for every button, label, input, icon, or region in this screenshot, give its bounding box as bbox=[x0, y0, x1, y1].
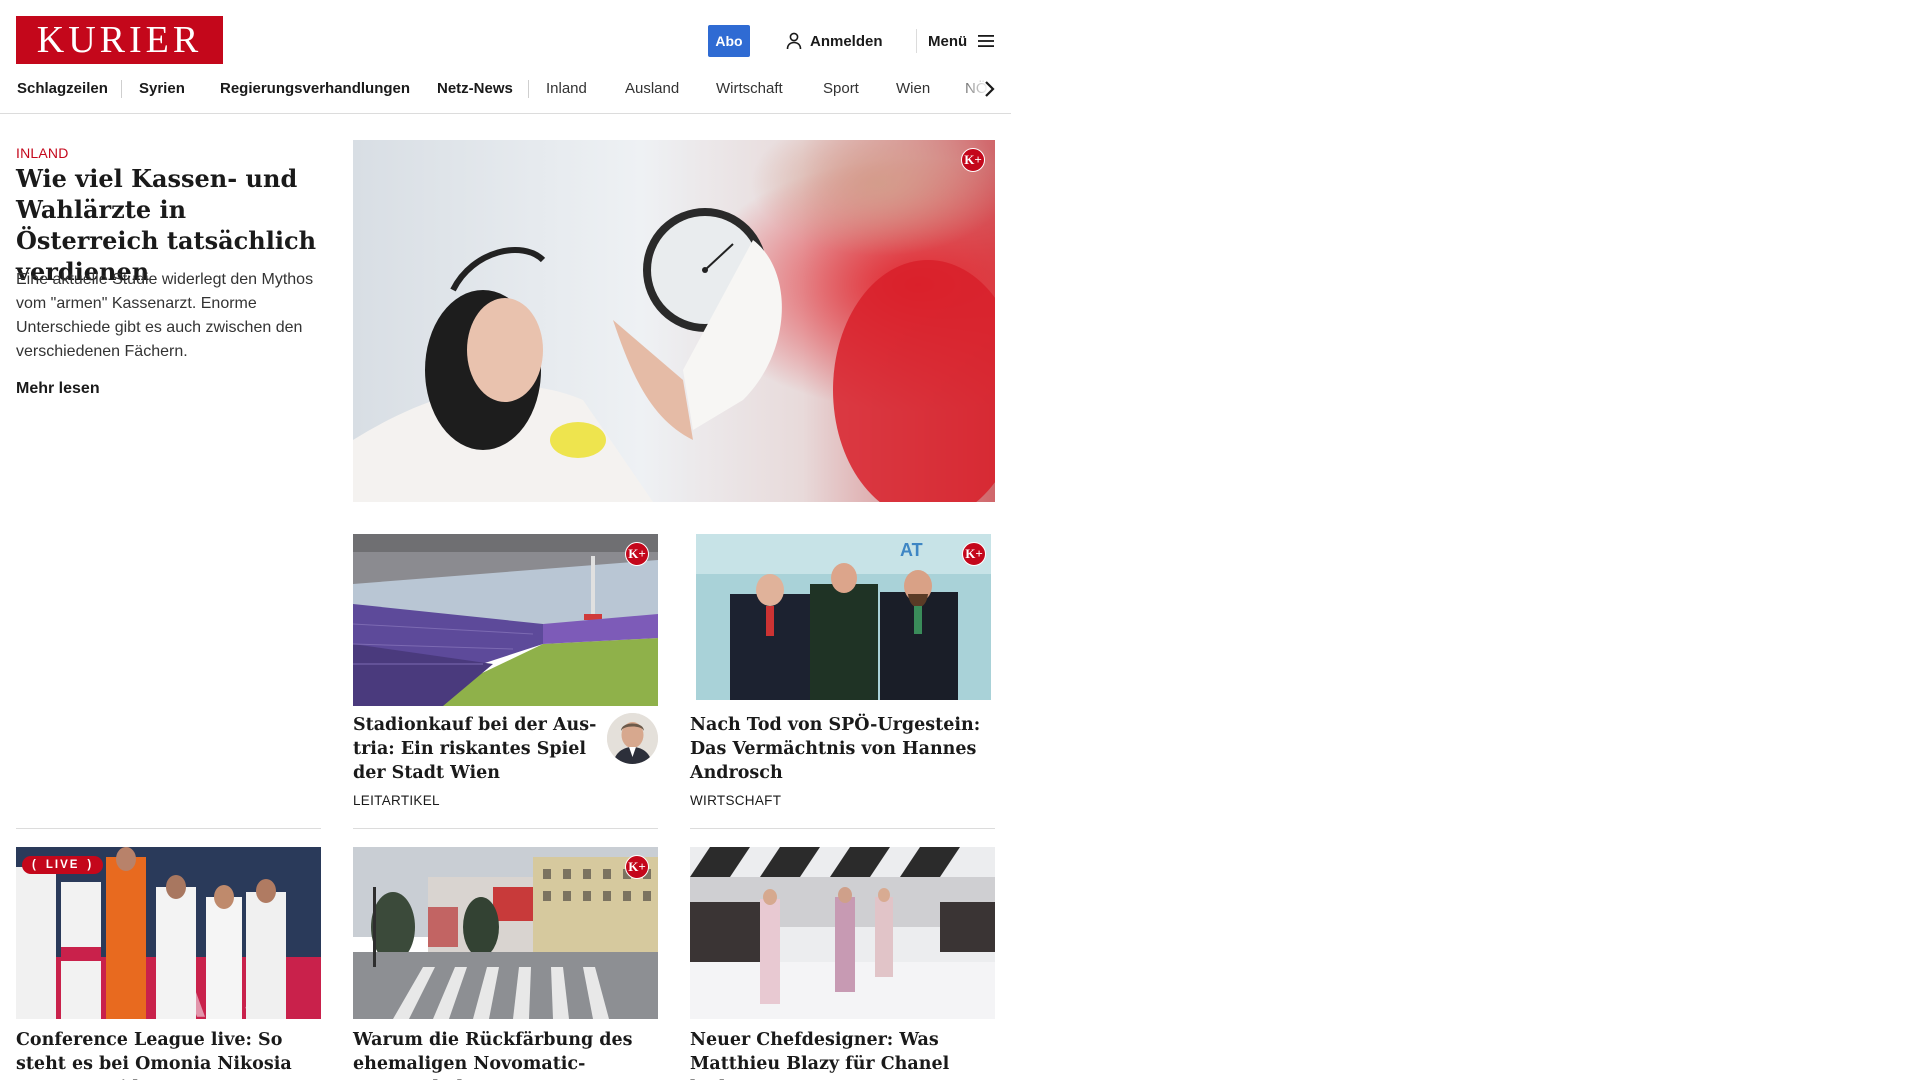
site-header: KURIER Abo Anmelden Menü Schlagzeilen Sy… bbox=[0, 0, 1011, 114]
chanel-runway-photo bbox=[690, 847, 995, 1019]
card-image[interactable] bbox=[690, 847, 995, 1019]
card-headline[interactable]: Conference League live: So steht es bei … bbox=[16, 1028, 321, 1080]
chevron-right-icon[interactable] bbox=[978, 78, 1000, 100]
lead-description: Eine aktuelle Studie widerlegt den Mytho… bbox=[16, 271, 314, 360]
nav-item-inland[interactable]: Inland bbox=[546, 80, 587, 97]
card-image[interactable]: AT K+ bbox=[690, 534, 995, 706]
nav-item-regierungsverhandlungen[interactable]: Regierungsverhandlungen bbox=[220, 80, 410, 97]
card-headline[interactable]: Nach Tod von SPÖ-Urgestein: Das Vermächt… bbox=[690, 713, 995, 785]
nav-item-schlagzeilen[interactable]: Schlagzeilen bbox=[17, 80, 108, 97]
nav-item-netz-news[interactable]: Netz-News bbox=[437, 80, 513, 97]
header-divider bbox=[916, 29, 917, 53]
hamburger-icon bbox=[978, 35, 995, 47]
card-headline[interactable]: Neuer Chefdesigner: Was Matthieu Blazy f… bbox=[690, 1028, 995, 1080]
novomatic-forum-photo bbox=[353, 847, 658, 1019]
lead-kicker: INLAND bbox=[16, 145, 69, 161]
user-icon bbox=[786, 32, 802, 50]
nav-item-sport[interactable]: Sport bbox=[823, 80, 859, 97]
card-headline[interactable]: Stadionkauf bei der Aus­tria: Ein riskan… bbox=[353, 713, 603, 785]
card-category[interactable]: WIRTSCHAFT bbox=[690, 793, 781, 808]
blood-pressure-photo bbox=[353, 140, 995, 502]
svg-text:AT: AT bbox=[900, 540, 923, 560]
divider bbox=[16, 828, 321, 829]
menu-label: Menü bbox=[928, 32, 968, 50]
card-headline[interactable]: Warum die Rückfärbung des ehe­maligen No… bbox=[353, 1028, 658, 1080]
kurier-logo[interactable]: KURIER bbox=[16, 16, 223, 64]
nav-item-ausland[interactable]: Ausland bbox=[625, 80, 679, 97]
androsch-photo: AT bbox=[690, 534, 995, 706]
stadium-photo bbox=[353, 534, 658, 706]
card-image[interactable]: K+ bbox=[353, 534, 658, 706]
login-button[interactable]: Anmelden bbox=[786, 29, 883, 53]
logo-text: KURIER bbox=[36, 19, 203, 61]
nav-item-wirtschaft[interactable]: Wirtschaft bbox=[716, 80, 783, 97]
nav-divider bbox=[528, 80, 529, 98]
ressort-navigation: Schlagzeilen Syrien Regierungsverhandlun… bbox=[0, 74, 1011, 104]
card-image[interactable]: K+ bbox=[353, 847, 658, 1019]
nav-divider bbox=[121, 80, 122, 98]
nav-item-syrien[interactable]: Syrien bbox=[139, 80, 185, 97]
live-bracket-left: ( bbox=[32, 859, 38, 871]
nav-item-wien[interactable]: Wien bbox=[896, 80, 930, 97]
login-label: Anmelden bbox=[810, 32, 883, 50]
abo-button[interactable]: Abo bbox=[708, 25, 750, 57]
premium-badge: K+ bbox=[625, 542, 649, 566]
read-more-link[interactable]: Mehr lesen bbox=[16, 380, 100, 398]
live-label: LIVE bbox=[45, 859, 80, 871]
divider bbox=[690, 828, 995, 829]
lead-image[interactable]: K+ bbox=[353, 140, 995, 502]
premium-badge: K+ bbox=[962, 542, 986, 566]
card-category[interactable]: LEITARTIKEL bbox=[353, 793, 440, 808]
live-bracket-right: ) bbox=[87, 859, 94, 871]
live-badge: ( LIVE ) bbox=[22, 856, 104, 874]
menu-button[interactable]: Menü bbox=[928, 29, 995, 53]
premium-badge: K+ bbox=[625, 855, 649, 879]
premium-badge: K+ bbox=[961, 148, 985, 172]
divider bbox=[353, 828, 658, 829]
author-avatar bbox=[607, 713, 658, 764]
